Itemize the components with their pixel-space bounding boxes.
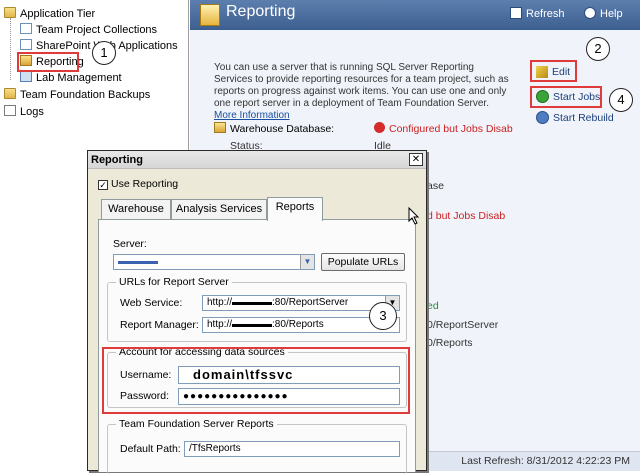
- lab-icon: [20, 71, 32, 82]
- more-information-link[interactable]: More Information: [214, 110, 290, 121]
- edit-highlight-box: [530, 60, 577, 82]
- reporting-header-icon: [200, 4, 220, 26]
- last-refresh-text: Last Refresh: 8/31/2012 4:22:23 PM: [461, 455, 630, 467]
- sharepoint-icon: [20, 39, 32, 50]
- tree-item-application-tier[interactable]: Application Tier: [4, 6, 95, 22]
- checkmark-icon: ✓: [98, 180, 108, 190]
- tree-item-lab-management[interactable]: Lab Management: [20, 70, 122, 86]
- tab-warehouse[interactable]: Warehouse: [101, 199, 171, 219]
- tree-item-team-project-collections[interactable]: Team Project Collections: [20, 22, 157, 38]
- server-dropdown[interactable]: ▬▬▬▬ ▼: [113, 254, 315, 270]
- close-icon: ✕: [411, 154, 421, 165]
- reporting-dialog: Reporting ✕ ✓ Use Reporting Warehouse Ana…: [87, 150, 427, 474]
- reporting-highlight-box: [17, 52, 79, 72]
- web-service-label: Web Service:: [120, 297, 183, 309]
- warehouse-status: Configured but Jobs Disab: [374, 122, 513, 135]
- partial-text-ed: ed: [427, 300, 439, 312]
- backup-icon: [4, 88, 16, 99]
- partial-text-ase: ase: [427, 180, 444, 192]
- tree-connector: [10, 18, 11, 80]
- populate-urls-button[interactable]: Populate URLs: [321, 253, 405, 271]
- tree-item-logs[interactable]: Logs: [4, 104, 44, 120]
- refresh-button[interactable]: Refresh: [510, 7, 565, 20]
- report-manager-label: Report Manager:: [120, 319, 199, 331]
- database-icon: [214, 122, 226, 133]
- collection-icon: [20, 23, 32, 34]
- partial-text-disab: d but Jobs Disab: [427, 210, 506, 222]
- urls-group: URLs for Report Server Web Service: http…: [107, 276, 407, 342]
- page-header: Reporting Refresh Help: [190, 0, 640, 30]
- tab-reports[interactable]: Reports: [267, 197, 323, 221]
- refresh-icon: [510, 7, 522, 19]
- tab-analysis-services[interactable]: Analysis Services: [171, 199, 267, 219]
- help-button[interactable]: Help: [584, 7, 623, 20]
- server-label: Server:: [113, 238, 147, 250]
- page-title: Reporting: [226, 3, 296, 20]
- callout-2: 2: [586, 37, 610, 61]
- start-rebuild-link[interactable]: Start Rebuild: [536, 111, 614, 124]
- use-reporting-checkbox[interactable]: ✓ Use Reporting: [98, 178, 178, 190]
- default-path-label: Default Path:: [120, 443, 181, 455]
- account-highlight-box: [102, 347, 410, 414]
- logs-icon: [4, 105, 16, 116]
- tree-item-backups[interactable]: Team Foundation Backups: [4, 87, 150, 103]
- rebuild-icon: [536, 111, 549, 124]
- chevron-down-icon: ▼: [300, 255, 314, 269]
- dialog-title-bar: Reporting ✕: [88, 151, 426, 169]
- mouse-cursor-icon: [408, 207, 420, 225]
- default-path-field[interactable]: /TfsReports: [184, 441, 400, 457]
- close-button[interactable]: ✕: [409, 153, 423, 166]
- callout-1: 1: [92, 41, 116, 65]
- tfs-reports-group: Team Foundation Server Reports Default P…: [107, 418, 407, 474]
- error-icon: [374, 122, 385, 133]
- help-icon: [584, 7, 596, 19]
- dialog-title: Reporting: [91, 154, 143, 166]
- reporting-description: You can use a server that is running SQL…: [214, 62, 509, 121]
- callout-3: 3: [369, 302, 397, 330]
- partial-text-reportserver: 0/ReportServer: [427, 319, 499, 331]
- warehouse-database-label: Warehouse Database:: [214, 122, 334, 135]
- folder-icon: [4, 7, 16, 18]
- reports-tab-panel: Server: ▬▬▬▬ ▼ Populate URLs URLs for Re…: [98, 219, 416, 474]
- callout-4: 4: [609, 88, 633, 112]
- start-jobs-highlight-box: [530, 86, 602, 108]
- partial-text-reports: 0/Reports: [427, 337, 473, 349]
